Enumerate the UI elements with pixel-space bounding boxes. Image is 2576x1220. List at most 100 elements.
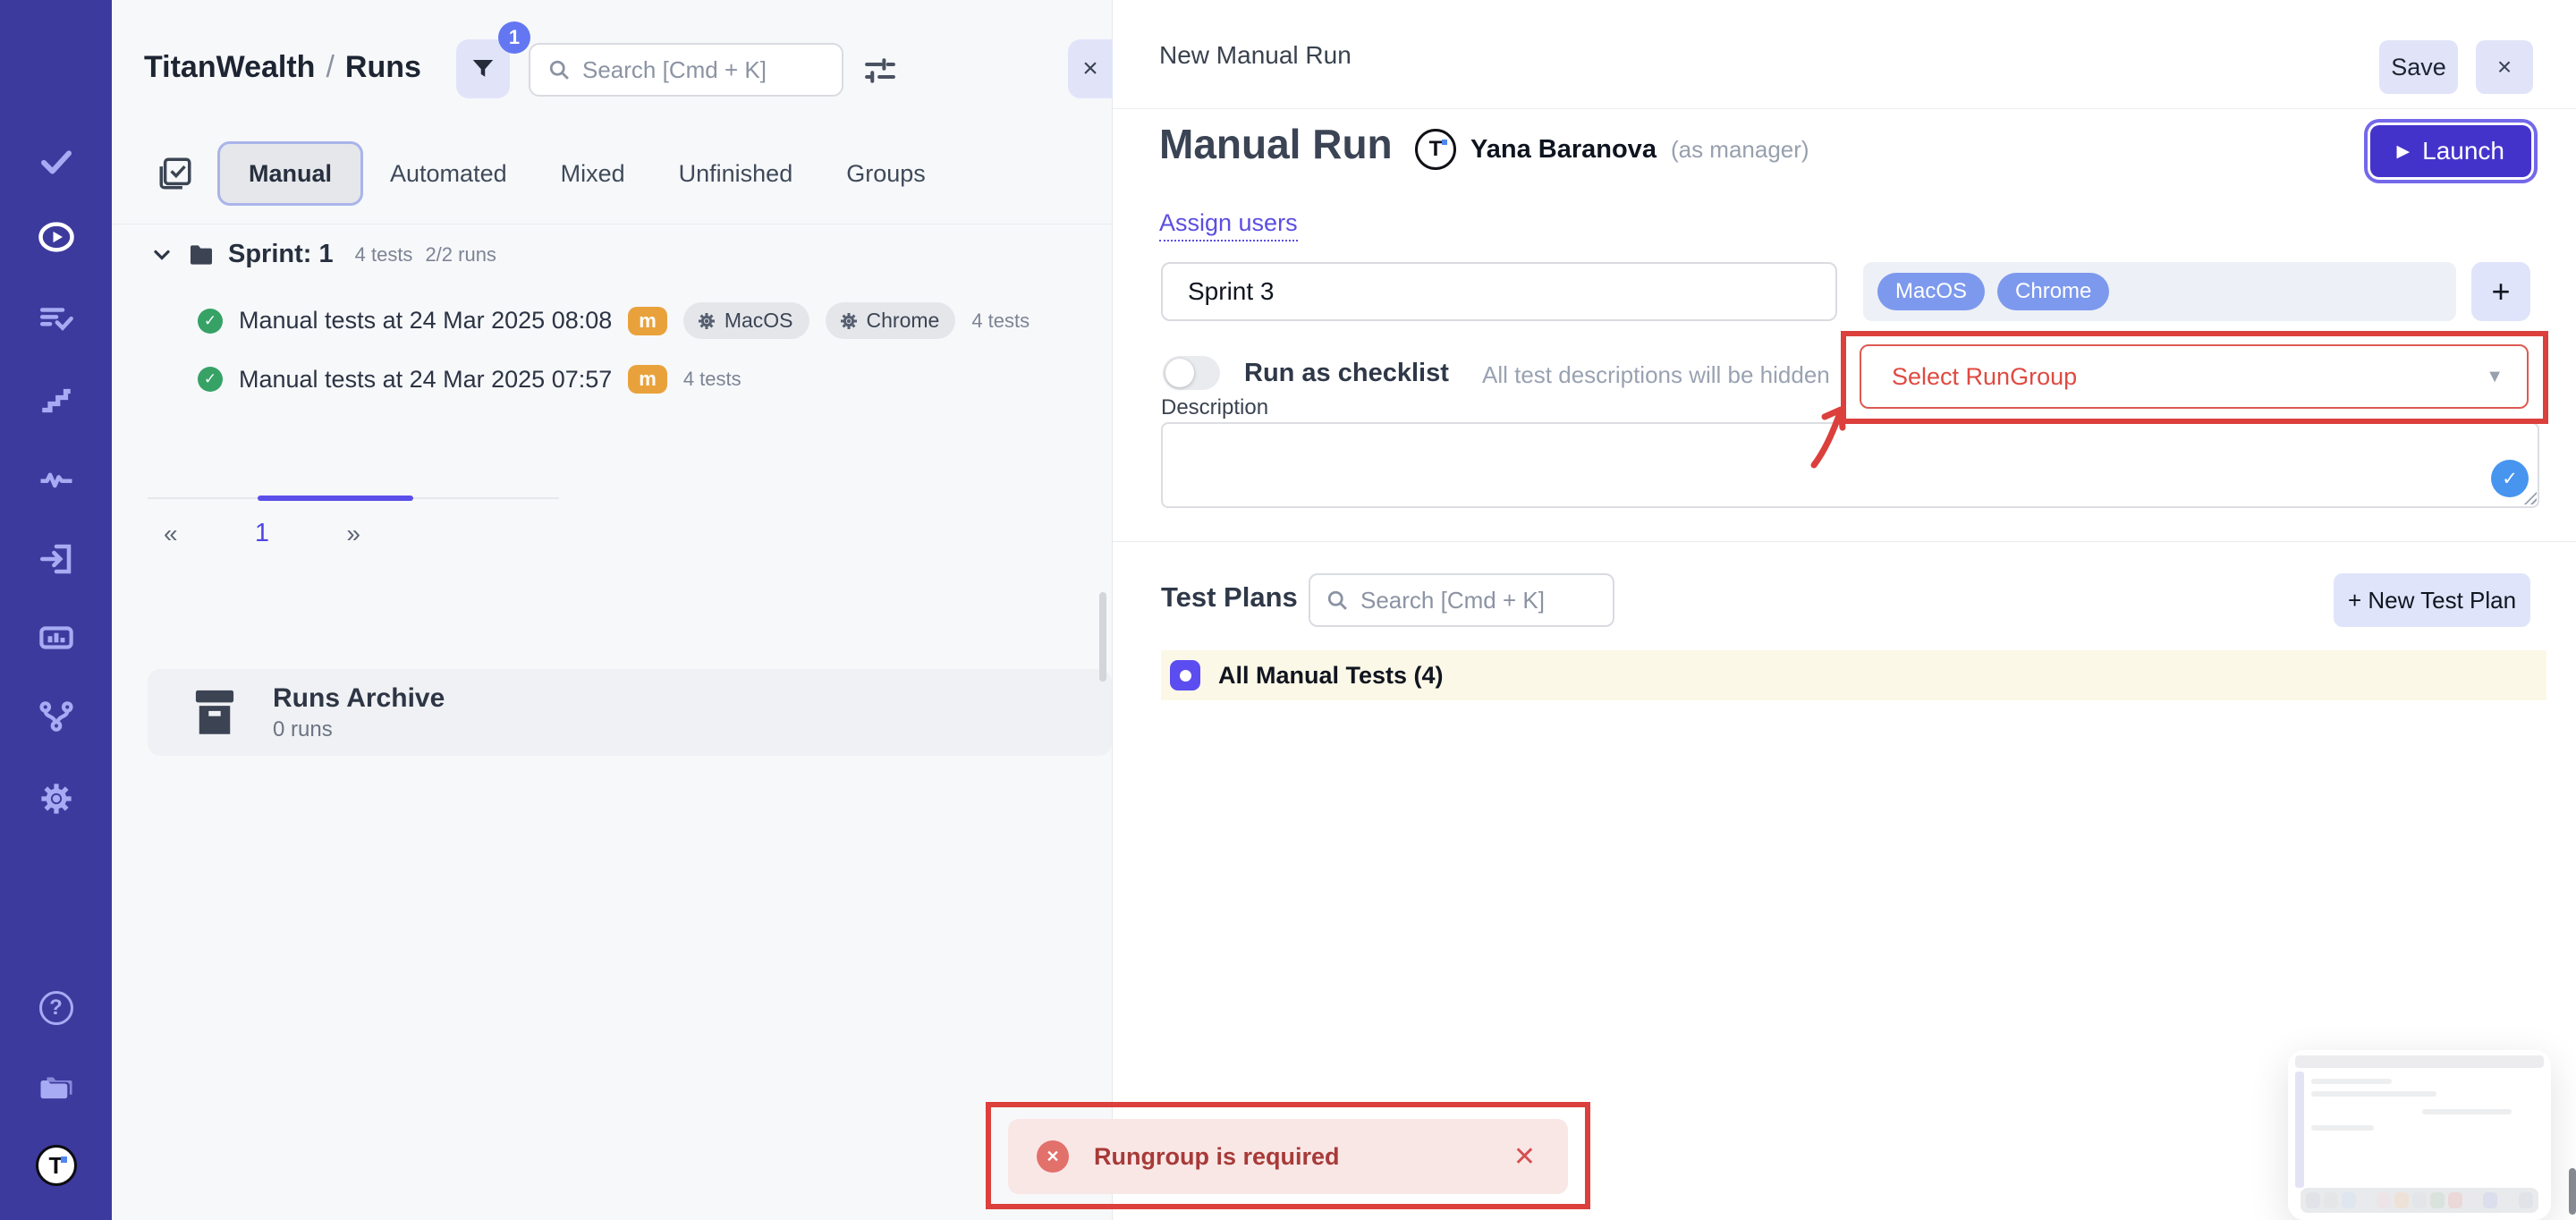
archive-subtitle: 0 runs xyxy=(273,717,445,742)
run-row[interactable]: ✓ Manual tests at 24 Mar 2025 07:57 m 4 … xyxy=(198,365,741,394)
scrollbar-thumb[interactable] xyxy=(1099,592,1106,682)
run-as-checklist-toggle[interactable] xyxy=(1163,356,1220,390)
menu-icon[interactable] xyxy=(38,50,75,91)
run-title[interactable]: Manual tests at 24 Mar 2025 07:57 xyxy=(239,366,612,394)
folder-runs-count: 2/2 runs xyxy=(425,243,496,267)
sidebar: ? T xyxy=(0,0,112,1220)
avatar-glyph: T xyxy=(1429,137,1443,162)
checklist-label: Run as checklist xyxy=(1244,359,1449,388)
drawer-collapse-button[interactable]: × xyxy=(1068,39,1113,98)
toast-annotation-box: ✕ Rungroup is required ✕ xyxy=(986,1102,1590,1209)
close-icon: × xyxy=(1082,54,1098,84)
tests-check-icon[interactable] xyxy=(36,141,77,182)
import-icon[interactable] xyxy=(36,538,77,580)
owner-name: Yana Baranova xyxy=(1470,135,1657,165)
toast-message: Rungroup is required xyxy=(1094,1143,1340,1171)
help-icon[interactable]: ? xyxy=(36,987,77,1029)
save-button[interactable]: Save xyxy=(2379,40,2458,94)
manual-badge: m xyxy=(628,307,667,335)
rungroup-select[interactable]: Select RunGroup ▼ xyxy=(1860,344,2529,409)
add-environment-button[interactable]: + xyxy=(2471,262,2530,321)
runs-tabs: Manual Automated Mixed Unfinished Groups xyxy=(157,141,953,206)
error-icon: ✕ xyxy=(1037,1140,1069,1173)
folder-name: Sprint: 1 xyxy=(228,240,334,269)
editor-confirm-icon[interactable]: ✓ xyxy=(2491,460,2529,497)
pagination-page-1[interactable]: 1 xyxy=(255,519,269,548)
env-tag-chrome: Chrome xyxy=(826,302,956,339)
annotation-arrow xyxy=(1798,401,1855,469)
launch-button[interactable]: ▶ Launch xyxy=(2370,125,2532,177)
passed-check-icon: ✓ xyxy=(198,367,223,392)
run-tests-count: 4 tests xyxy=(683,368,741,391)
tab-automated[interactable]: Automated xyxy=(363,141,534,206)
gear-icon xyxy=(696,310,717,332)
plan-selected-checkbox[interactable] xyxy=(1170,660,1200,690)
owner-row: T Yana Baranova (as manager) xyxy=(1415,129,1809,170)
breadcrumb-project[interactable]: TitanWealth xyxy=(144,50,315,85)
analytics-icon[interactable] xyxy=(36,617,77,658)
run-name-input[interactable] xyxy=(1161,262,1837,321)
launch-label: Launch xyxy=(2422,137,2504,165)
preview-line xyxy=(2311,1125,2374,1131)
section-divider xyxy=(1113,541,2576,542)
run-lists-icon[interactable] xyxy=(36,299,77,340)
folder-tests-count: 4 tests xyxy=(355,243,413,267)
run-tests-count: 4 tests xyxy=(971,309,1030,333)
preview-browser-bar xyxy=(2295,1055,2544,1068)
checklist-hint: All test descriptions will be hidden xyxy=(1482,361,1830,389)
projects-folder-icon[interactable] xyxy=(36,1066,77,1107)
env-chip-chrome[interactable]: Chrome xyxy=(1997,273,2109,310)
tab-groups[interactable]: Groups xyxy=(819,141,953,206)
env-chip-macos[interactable]: MacOS xyxy=(1877,273,1985,310)
env-tag-label: Chrome xyxy=(867,309,940,333)
resize-handle-icon[interactable] xyxy=(2522,490,2537,504)
toast-close-icon[interactable]: ✕ xyxy=(1513,1141,1536,1173)
breadcrumb-separator: / xyxy=(326,50,334,85)
filter-count-badge: 1 xyxy=(498,21,530,54)
plan-label: All Manual Tests (4) xyxy=(1218,662,1444,690)
preview-line xyxy=(2422,1109,2512,1114)
tab-unfinished[interactable]: Unfinished xyxy=(652,141,820,206)
drawer-top-bar: New Manual Run Save × xyxy=(1113,0,2576,109)
runs-archive-card[interactable]: Runs Archive 0 runs xyxy=(148,669,1112,756)
run-row[interactable]: ✓ Manual tests at 24 Mar 2025 08:08 m Ma… xyxy=(198,302,1030,339)
pagination-indicator xyxy=(148,497,559,499)
chevron-down-icon[interactable] xyxy=(149,242,174,267)
dropdown-caret-icon: ▼ xyxy=(2486,367,2504,387)
manual-badge: m xyxy=(628,365,667,394)
checklist-icon[interactable] xyxy=(157,155,194,192)
features-steps-icon[interactable] xyxy=(36,380,77,421)
description-label: Description xyxy=(1161,395,1268,420)
sprint-folder-row[interactable]: Sprint: 1 4 tests 2/2 runs xyxy=(149,240,496,269)
tab-manual[interactable]: Manual xyxy=(217,141,363,206)
test-plan-row[interactable]: All Manual Tests (4) xyxy=(1161,650,2546,700)
screen-edge-artifact xyxy=(2569,1168,2576,1215)
preview-dock xyxy=(2301,1188,2538,1213)
settings-gear-icon[interactable] xyxy=(36,778,77,819)
preview-line xyxy=(2311,1079,2392,1084)
environment-tags-box[interactable]: MacOS Chrome xyxy=(1863,262,2456,321)
new-test-plan-button[interactable]: + New Test Plan xyxy=(2334,573,2530,627)
pagination-next[interactable]: » xyxy=(346,520,360,548)
drawer-title: New Manual Run xyxy=(1159,41,1352,70)
pagination: « 1 » xyxy=(164,519,360,548)
pulse-icon[interactable] xyxy=(36,459,77,500)
avatar: T xyxy=(1415,129,1456,170)
funnel-icon xyxy=(470,55,496,82)
runs-search-input[interactable] xyxy=(582,56,826,84)
runs-play-icon[interactable] xyxy=(36,216,77,258)
tab-mixed[interactable]: Mixed xyxy=(534,141,652,206)
play-icon: ▶ xyxy=(2397,141,2411,162)
pagination-prev[interactable]: « xyxy=(164,520,178,548)
branches-icon[interactable] xyxy=(36,696,77,737)
run-title[interactable]: Manual tests at 24 Mar 2025 08:08 xyxy=(239,307,612,335)
assign-users-link[interactable]: Assign users xyxy=(1159,209,1298,241)
test-plans-search-input[interactable] xyxy=(1360,587,1598,614)
testomat-logo-icon[interactable]: T xyxy=(36,1145,77,1186)
test-plans-title: Test Plans xyxy=(1161,581,1298,614)
close-button[interactable]: × xyxy=(2476,40,2533,94)
archive-box-icon xyxy=(194,689,235,737)
help-glyph: ? xyxy=(39,991,73,1025)
filter-settings-icon[interactable] xyxy=(861,52,899,89)
passed-check-icon: ✓ xyxy=(198,309,223,334)
